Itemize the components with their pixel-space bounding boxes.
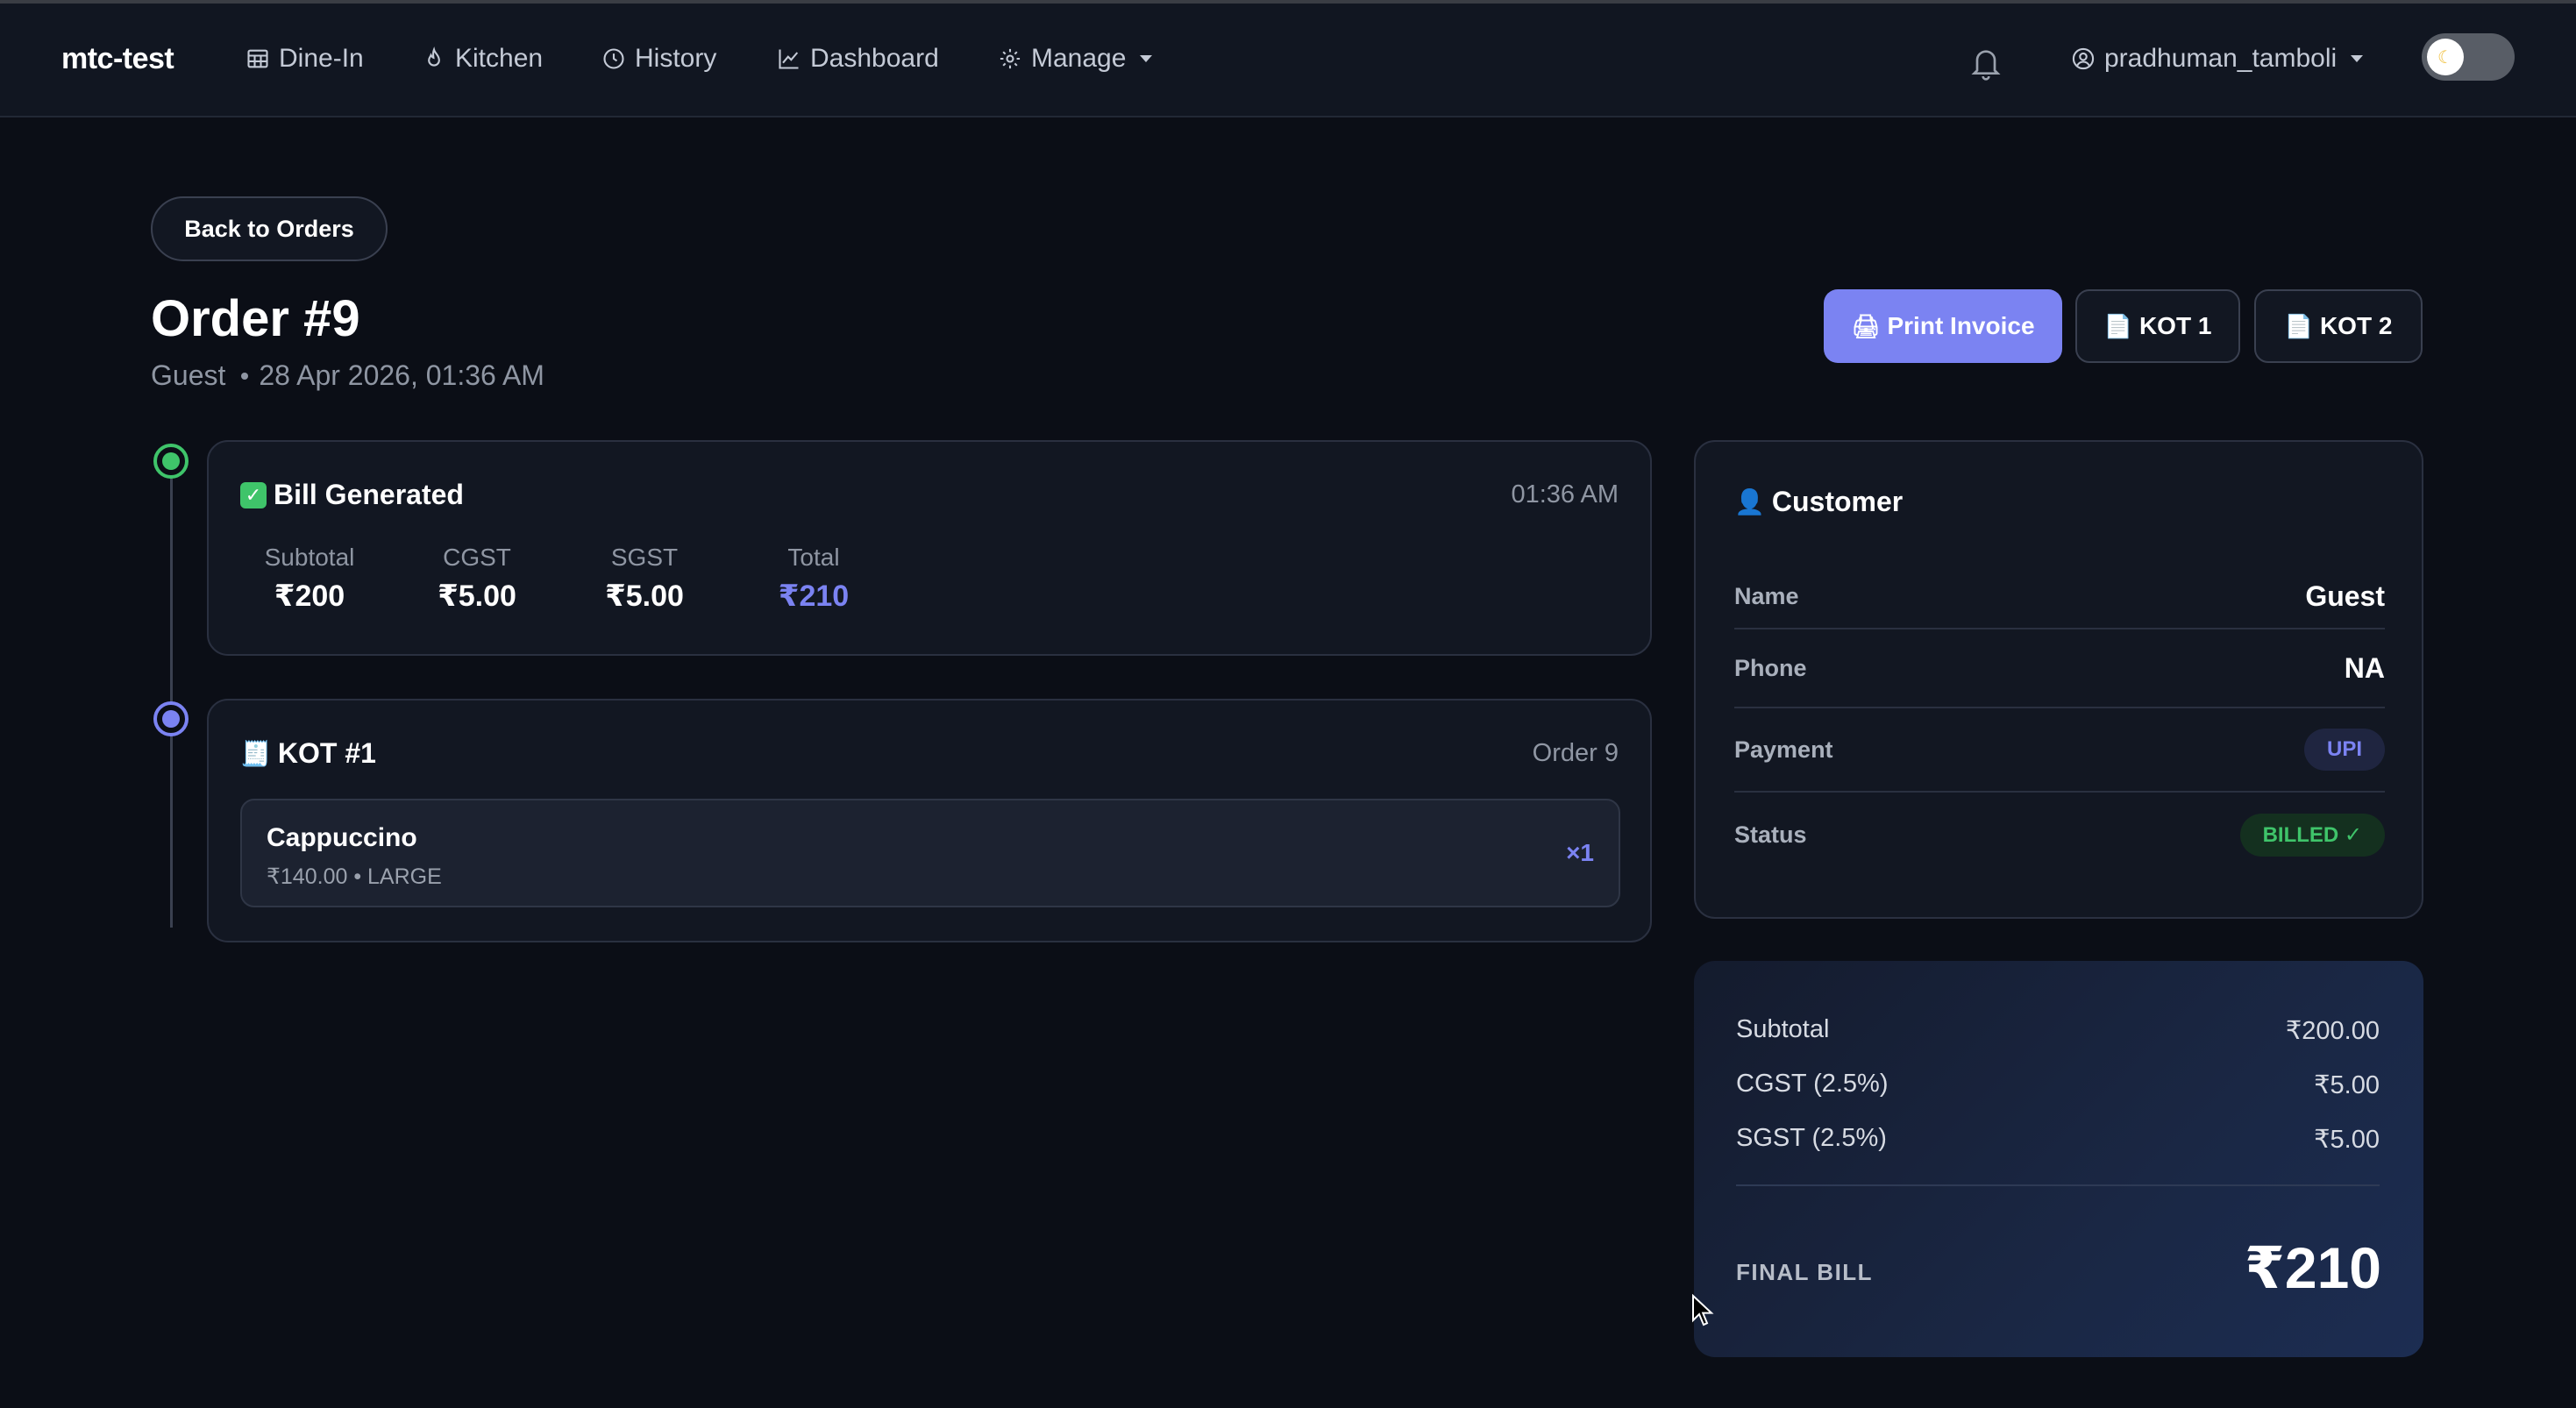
summary-value: ₹5.00 [2314,1071,2380,1099]
final-bill-label: FINAL BILL [1736,1259,1874,1285]
nav-history[interactable]: History [601,44,716,74]
customer-row-payment: Payment UPI [1734,708,2385,793]
print-invoice-label: Print Invoice [1887,312,2035,339]
print-invoice-button[interactable]: 🖨 Print Invoice [1824,289,2062,363]
theme-toggle[interactable]: ☾ [2422,33,2515,81]
timeline-dot-kot [153,701,189,736]
customer-title-text: Customer [1771,486,1904,517]
item-quantity: ×1 [1566,839,1594,866]
customer-card-title: 👤 Customer [1734,486,1903,518]
summary-divider [1736,1184,2380,1186]
toggle-knob: ☾ [2427,39,2464,75]
summary-label: Subtotal [1736,1015,1830,1043]
nav-dine-in-label: Dine-In [279,44,364,73]
username: pradhuman_tamboli [2104,44,2338,73]
item-name: Cappuccino [267,823,417,852]
gear-icon [1000,48,1021,69]
bill-stat-total: Total ₹210 [748,544,879,614]
kot-1-button[interactable]: 📄 KOT 1 [2075,289,2240,363]
order-customer: Guest [151,359,226,391]
bill-stat-cgst: CGST ₹5.00 [411,544,543,614]
chart-line-icon [779,49,799,69]
nav-dashboard[interactable]: Dashboard [777,44,939,74]
kot-2-button[interactable]: 📄 KOT 2 [2254,289,2423,363]
customer-row-status: Status BILLED ✓ [1734,793,2385,877]
stat-label: Total [787,544,840,571]
nav-kitchen[interactable]: Kitchen [422,44,543,74]
chevron-down-icon [1140,55,1153,62]
bell-icon[interactable] [1968,44,2003,82]
nav-dashboard-label: Dashboard [810,44,939,73]
clock-icon [603,48,624,69]
customer-card: 👤 Customer Name Guest Phone NA Payment U… [1694,440,2423,919]
kot-card-title: 🧾 KOT #1 [240,737,376,770]
nav-history-label: History [635,44,717,73]
document-icon: 📄 [2103,312,2132,339]
bill-card-title: ✓ Bill Generated [240,479,464,511]
stat-label: SGST [610,544,679,571]
document-icon: 📄 [2284,312,2313,339]
printer-icon: 🖨 [1851,312,1881,339]
bill-title-text: Bill Generated [274,479,464,510]
moon-icon: ☾ [2437,47,2453,68]
kot-2-label: KOT 2 [2319,312,2393,339]
bill-time: 01:36 AM [1511,480,1619,508]
stat-value: ₹5.00 [605,580,684,613]
receipt-icon: 🧾 [240,740,271,767]
stat-value: ₹210 [778,580,850,613]
kot-title-text: KOT #1 [277,737,376,769]
order-datetime: 28 Apr 2026, 01:36 AM [259,359,544,391]
stat-label: Subtotal [264,544,355,571]
summary-value: ₹5.00 [2314,1126,2380,1154]
stat-label: CGST [443,544,511,571]
top-navbar: mtc-test Dine-In Kitchen History Dashboa… [0,4,2576,117]
chevron-down-icon [2351,55,2364,62]
user-menu-dropdown[interactable]: pradhuman_tamboli [2071,44,2364,74]
kot-card: 🧾 KOT #1 Order 9 Cappuccino ₹140.00 • LA… [207,699,1652,942]
nav-manage-dropdown[interactable]: Manage [998,44,1153,74]
check-icon: ✓ [240,481,267,508]
separator-dot [241,372,249,380]
flame-icon [428,46,440,67]
final-bill-value: ₹210 [2244,1235,2381,1300]
row-label: Status [1734,821,1807,848]
mouse-cursor-icon [1692,1294,1714,1326]
payment-badge: UPI [2303,729,2385,771]
summary-value: ₹200.00 [2285,1017,2380,1045]
nav-dine-in[interactable]: Dine-In [246,44,364,74]
table-icon [247,49,268,68]
kot-1-label: KOT 1 [2138,312,2212,339]
row-value: NA [2344,651,2385,684]
summary-row-sgst: SGST (2.5%) ₹5.00 [1736,1124,2380,1155]
row-value: Guest [2305,580,2385,612]
back-to-orders-button[interactable]: Back to Orders [151,196,388,261]
nav-manage-label: Manage [1031,44,1127,73]
customer-row-name: Name Guest [1734,565,2385,629]
stat-value: ₹5.00 [438,580,516,613]
list-item: Cappuccino ₹140.00 • LARGE ×1 [240,799,1620,907]
summary-row-subtotal: Subtotal ₹200.00 [1736,1015,2380,1046]
bill-stat-sgst: SGST ₹5.00 [579,544,710,614]
bill-summary-card: Subtotal ₹200.00 CGST (2.5%) ₹5.00 SGST … [1694,961,2423,1357]
status-badge: BILLED ✓ [2239,813,2385,857]
user-circle-icon [2072,47,2095,70]
row-label: Name [1734,582,1799,609]
bill-generated-card: ✓ Bill Generated 01:36 AM Subtotal ₹200 … [207,440,1652,656]
summary-row-cgst: CGST (2.5%) ₹5.00 [1736,1070,2380,1100]
page-title: Order #9 [151,290,360,347]
kot-order-ref: Order 9 [1532,739,1619,767]
row-label: Payment [1734,736,1833,763]
stat-value: ₹200 [274,580,345,613]
person-icon: 👤 [1734,488,1765,516]
row-label: Phone [1734,654,1807,681]
customer-row-phone: Phone NA [1734,629,2385,708]
order-subtitle: Guest 28 Apr 2026, 01:36 AM [151,359,544,392]
nav-kitchen-label: Kitchen [455,44,544,73]
timeline-dot-bill [153,444,189,479]
summary-label: CGST (2.5%) [1736,1070,1889,1098]
brand-logo[interactable]: mtc-test [61,42,174,76]
summary-label: SGST (2.5%) [1736,1124,1887,1152]
item-meta: ₹140.00 • LARGE [267,864,442,889]
bill-stat-subtotal: Subtotal ₹200 [244,544,375,614]
